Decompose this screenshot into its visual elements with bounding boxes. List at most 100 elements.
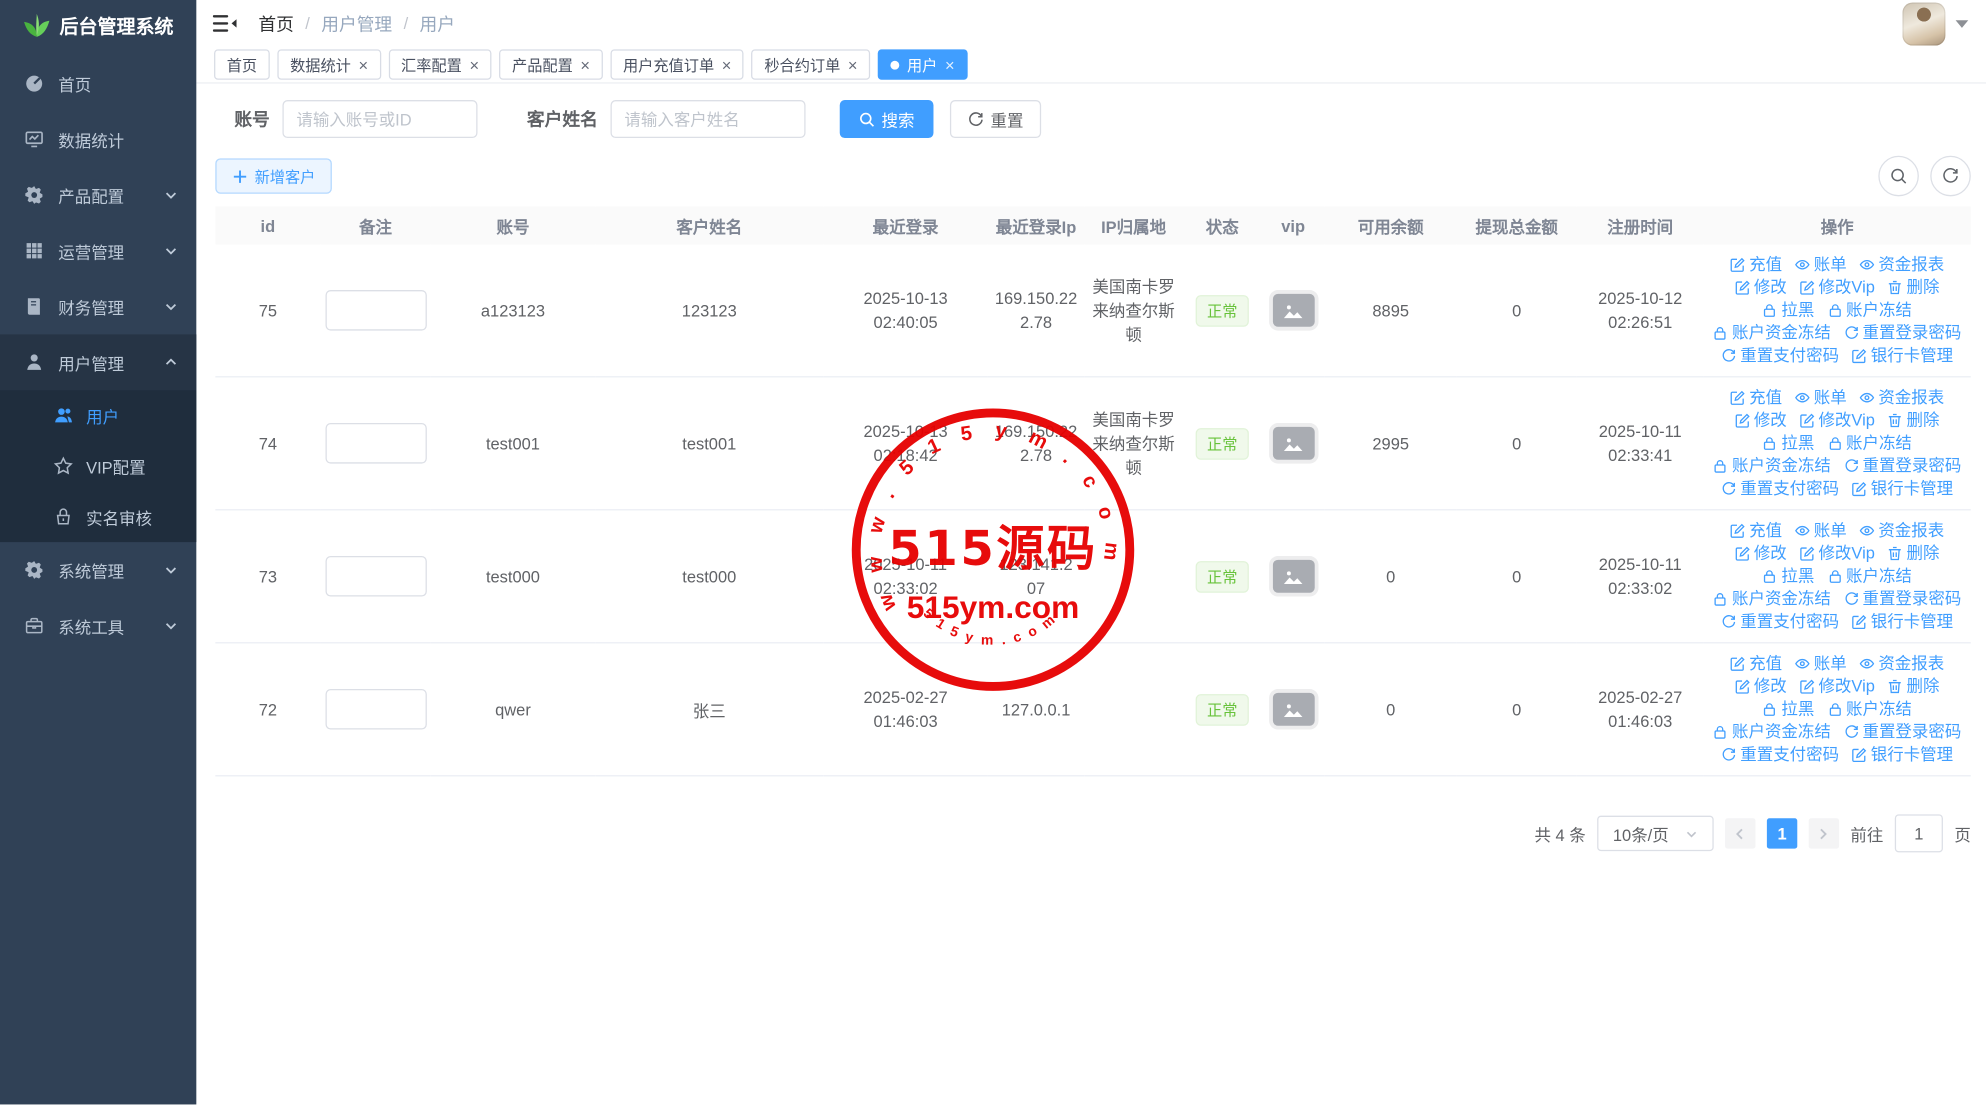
- op-link-9[interactable]: 重置登录密码: [1844, 721, 1962, 744]
- breadcrumb-home[interactable]: 首页: [258, 11, 293, 36]
- app-logo: 后台管理系统: [0, 0, 196, 51]
- op-link-1[interactable]: 账单: [1795, 652, 1847, 675]
- op-link-1[interactable]: 账单: [1795, 386, 1847, 409]
- breadcrumb-user-management[interactable]: 用户管理: [321, 11, 392, 36]
- page-size-select[interactable]: 10条/页: [1597, 816, 1714, 851]
- op-link-1[interactable]: 账单: [1795, 253, 1847, 276]
- tab-3[interactable]: 产品配置×: [499, 49, 602, 79]
- sidebar-item-0[interactable]: 首页: [0, 56, 196, 112]
- op-link-5[interactable]: 删除: [1888, 276, 1940, 299]
- next-page-button[interactable]: [1809, 818, 1839, 848]
- sidebar-item-5[interactable]: 用户管理: [0, 334, 196, 390]
- op-link-4[interactable]: 修改Vip: [1799, 675, 1874, 698]
- sidebar-subitem-5-1[interactable]: VIP配置: [0, 441, 196, 492]
- vip-image-thumb[interactable]: [1272, 560, 1314, 593]
- op-link-11[interactable]: 银行卡管理: [1852, 345, 1953, 368]
- op-link-4[interactable]: 修改Vip: [1799, 276, 1874, 299]
- op-link-0[interactable]: 充值: [1730, 386, 1782, 409]
- op-link-5[interactable]: 删除: [1888, 542, 1940, 565]
- op-link-10[interactable]: 重置支付密码: [1721, 610, 1839, 633]
- sidebar-item-6[interactable]: 系统管理: [0, 542, 196, 598]
- table-refresh-button[interactable]: [1930, 156, 1971, 197]
- avatar[interactable]: [1902, 2, 1945, 45]
- op-link-6[interactable]: 拉黑: [1762, 432, 1814, 455]
- customer-name-input[interactable]: [610, 100, 805, 138]
- op-link-9[interactable]: 重置登录密码: [1844, 322, 1962, 345]
- op-link-11[interactable]: 银行卡管理: [1852, 478, 1953, 501]
- op-link-2[interactable]: 资金报表: [1859, 386, 1944, 409]
- reset-button[interactable]: 重置: [950, 100, 1041, 138]
- op-link-0[interactable]: 充值: [1730, 519, 1782, 542]
- op-label: 银行卡管理: [1871, 345, 1953, 368]
- remark-input[interactable]: [326, 689, 427, 730]
- op-link-4[interactable]: 修改Vip: [1799, 409, 1874, 432]
- remark-input[interactable]: [326, 290, 427, 331]
- op-link-10[interactable]: 重置支付密码: [1721, 743, 1839, 766]
- sidebar-item-1[interactable]: 数据统计: [0, 111, 196, 167]
- close-icon[interactable]: ×: [469, 56, 479, 72]
- tab-2[interactable]: 汇率配置×: [388, 49, 491, 79]
- op-link-0[interactable]: 充值: [1730, 652, 1782, 675]
- op-link-1[interactable]: 账单: [1795, 519, 1847, 542]
- op-link-7[interactable]: 账户冻结: [1827, 698, 1912, 721]
- op-link-2[interactable]: 资金报表: [1859, 253, 1944, 276]
- op-link-8[interactable]: 账户资金冻结: [1713, 455, 1831, 478]
- goto-page-input[interactable]: [1895, 814, 1943, 852]
- remark-input[interactable]: [326, 556, 427, 597]
- op-link-2[interactable]: 资金报表: [1859, 652, 1944, 675]
- tab-5[interactable]: 秒合约订单×: [752, 49, 871, 79]
- close-icon[interactable]: ×: [580, 56, 590, 72]
- op-link-9[interactable]: 重置登录密码: [1844, 455, 1962, 478]
- sidebar-item-7[interactable]: 系统工具: [0, 598, 196, 654]
- op-link-10[interactable]: 重置支付密码: [1721, 345, 1839, 368]
- add-customer-button[interactable]: 新增客户: [215, 158, 332, 193]
- close-icon[interactable]: ×: [848, 56, 858, 72]
- account-input[interactable]: [282, 100, 477, 138]
- close-icon[interactable]: ×: [722, 56, 732, 72]
- op-link-3[interactable]: 修改: [1735, 409, 1787, 432]
- op-link-3[interactable]: 修改: [1735, 542, 1787, 565]
- op-link-5[interactable]: 删除: [1888, 409, 1940, 432]
- op-link-9[interactable]: 重置登录密码: [1844, 588, 1962, 611]
- trash-icon: [1888, 546, 1903, 561]
- op-link-6[interactable]: 拉黑: [1762, 565, 1814, 588]
- vip-image-thumb[interactable]: [1272, 427, 1314, 460]
- sidebar-item-2[interactable]: 产品配置: [0, 167, 196, 223]
- close-icon[interactable]: ×: [358, 56, 368, 72]
- tab-1[interactable]: 数据统计×: [277, 49, 380, 79]
- op-link-8[interactable]: 账户资金冻结: [1713, 721, 1831, 744]
- tab-0[interactable]: 首页: [214, 49, 270, 79]
- table-search-button[interactable]: [1878, 156, 1919, 197]
- sidebar-item-4[interactable]: 财务管理: [0, 279, 196, 335]
- sidebar-item-3[interactable]: 运营管理: [0, 223, 196, 279]
- op-link-7[interactable]: 账户冻结: [1827, 565, 1912, 588]
- close-icon[interactable]: ×: [945, 56, 955, 72]
- op-link-8[interactable]: 账户资金冻结: [1713, 322, 1831, 345]
- prev-page-button[interactable]: [1725, 818, 1755, 848]
- op-link-7[interactable]: 账户冻结: [1827, 299, 1912, 322]
- remark-input[interactable]: [326, 423, 427, 464]
- op-link-11[interactable]: 银行卡管理: [1852, 610, 1953, 633]
- op-link-3[interactable]: 修改: [1735, 276, 1787, 299]
- op-link-8[interactable]: 账户资金冻结: [1713, 588, 1831, 611]
- sidebar-subitem-5-2[interactable]: 实名审核: [0, 491, 196, 542]
- op-link-6[interactable]: 拉黑: [1762, 299, 1814, 322]
- op-link-3[interactable]: 修改: [1735, 675, 1787, 698]
- op-link-0[interactable]: 充值: [1730, 253, 1782, 276]
- page-number-current[interactable]: 1: [1767, 818, 1797, 848]
- op-link-4[interactable]: 修改Vip: [1799, 542, 1874, 565]
- vip-image-thumb[interactable]: [1272, 693, 1314, 726]
- op-link-11[interactable]: 银行卡管理: [1852, 743, 1953, 766]
- op-link-5[interactable]: 删除: [1888, 675, 1940, 698]
- vip-image-thumb[interactable]: [1272, 294, 1314, 327]
- avatar-dropdown-caret-icon[interactable]: [1956, 20, 1969, 34]
- op-link-7[interactable]: 账户冻结: [1827, 432, 1912, 455]
- op-link-2[interactable]: 资金报表: [1859, 519, 1944, 542]
- menu-fold-icon[interactable]: [213, 14, 237, 33]
- tab-4[interactable]: 用户充值订单×: [610, 49, 744, 79]
- op-link-10[interactable]: 重置支付密码: [1721, 478, 1839, 501]
- search-button[interactable]: 搜索: [840, 100, 934, 138]
- tab-6[interactable]: 用户×: [878, 49, 967, 79]
- op-link-6[interactable]: 拉黑: [1762, 698, 1814, 721]
- sidebar-subitem-5-0[interactable]: 用户: [0, 390, 196, 441]
